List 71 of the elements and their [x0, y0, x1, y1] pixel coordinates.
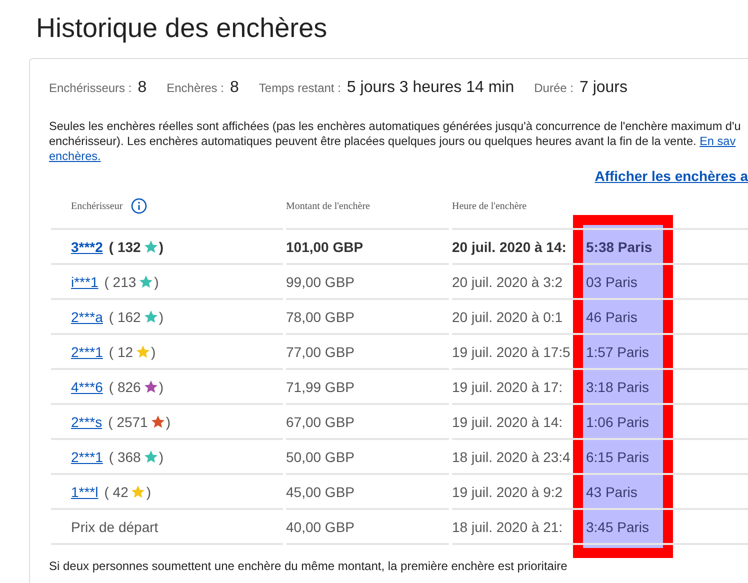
stat-value: 8: [230, 79, 239, 97]
bidder-link[interactable]: 2***a: [71, 308, 103, 324]
feedback-score: ( 12: [108, 344, 134, 360]
feedback-score: ): [158, 448, 164, 464]
feedback-score: ): [158, 308, 164, 324]
bid-time: 20 juil. 2020 à 14:: [452, 238, 566, 254]
bid-time: 5:38 Paris: [586, 238, 652, 254]
feedback-score: ): [166, 414, 171, 430]
bid-time: 3:18 Paris: [586, 378, 650, 394]
bid-time: 1:57 Paris: [586, 344, 650, 360]
stat-label: Enchères :: [166, 81, 224, 95]
bid-time: 19 juil. 2020 à 9:2: [452, 484, 563, 500]
stat-label: Durée :: [534, 81, 574, 95]
stat-value: 8: [138, 79, 147, 97]
column-header: Heure de l'enchère: [452, 200, 527, 212]
bid-time: 19 juil. 2020 à 14:: [452, 414, 563, 430]
bid-amount: 71,99 GBP: [286, 378, 354, 394]
bidder-link[interactable]: 1***l: [71, 484, 98, 500]
stat-value: 5 jours 3 heures 14 min: [346, 79, 514, 97]
bid-amount: 77,00 GBP: [286, 344, 354, 360]
notice-text: enchérisseur). Les enchères automatiques peuvent être placées quelques jours ou quelques heures avant la fin de la vente.: [49, 134, 696, 148]
stat-label: Temps restant :: [258, 81, 341, 95]
bidder-link[interactable]: 2***s: [71, 414, 102, 430]
feedback-score: ): [158, 238, 164, 254]
feedback-score: ( 213: [104, 274, 136, 290]
bid-time: 20 juil. 2020 à 3:2: [452, 274, 563, 290]
bid-amount: 101,00 GBP: [286, 238, 364, 254]
feedback-score: ( 2571: [108, 414, 148, 430]
feedback-score: ): [146, 484, 152, 500]
feedback-score: ): [158, 378, 164, 394]
bidder-link[interactable]: 4***6: [71, 378, 103, 394]
learn-more-link[interactable]: enchères.: [49, 149, 101, 163]
bid-amount: 45,00 GBP: [286, 484, 354, 500]
bid-time: 18 juil. 2020 à 21:: [452, 518, 563, 534]
column-header: Enchérisseur: [71, 200, 123, 212]
bid-time: 1:06 Paris: [586, 414, 650, 430]
info-icon[interactable]: [130, 198, 147, 214]
bid-time: 19 juil. 2020 à 17:: [452, 378, 563, 394]
bid-amount: 99,00 GBP: [286, 274, 354, 290]
bid-time: 3:45 Paris: [586, 518, 650, 534]
bid-amount: 78,00 GBP: [286, 308, 354, 324]
bidder-link[interactable]: 2***1: [71, 344, 103, 360]
bid-time: 46 Paris: [586, 308, 638, 324]
bid-time: 43 Paris: [586, 484, 638, 500]
bid-time: 19 juil. 2020 à 17:5: [452, 344, 570, 360]
stat-label: Enchérisseurs :: [49, 81, 132, 95]
bid-amount: 67,00 GBP: [286, 414, 354, 430]
feedback-score: ): [151, 344, 156, 360]
bid-time: 03 Paris: [586, 274, 638, 290]
notice-text: Seules les enchères réelles sont affichées (pas les enchères automatiques générées jusqu'à concurrence de l'enchère maximum d'u: [49, 119, 741, 133]
start-price-label: Prix de départ: [71, 518, 158, 534]
bidder-link[interactable]: 2***1: [71, 448, 103, 464]
column-header: Montant de l'enchère: [286, 200, 370, 212]
feedback-score: ( 368: [108, 448, 141, 464]
page-title: Historique des enchères: [35, 12, 328, 45]
feedback-score: ): [154, 274, 159, 290]
bidder-link[interactable]: i***1: [71, 274, 98, 290]
feedback-score: ( 826: [108, 378, 141, 394]
bid-time: 20 juil. 2020 à 0:1: [452, 308, 563, 324]
learn-more-link[interactable]: En sav: [700, 134, 736, 148]
bid-amount: 50,00 GBP: [286, 448, 354, 464]
feedback-score: ( 42: [104, 484, 128, 500]
tie-rule-note: Si deux personnes soumettent une enchère du même montant, la première enchère est prioritaire: [49, 559, 568, 573]
show-bids-link[interactable]: Afficher les enchères a: [594, 168, 748, 184]
bidder-link[interactable]: 3***2: [71, 238, 103, 254]
bid-time: 18 juil. 2020 à 23:4: [452, 448, 570, 464]
feedback-score: ( 132: [108, 238, 141, 254]
bid-time: 6:15 Paris: [586, 448, 650, 464]
bid-amount: 40,00 GBP: [286, 518, 354, 534]
feedback-score: ( 162: [108, 308, 141, 324]
stat-value: 7 jours: [579, 79, 628, 97]
